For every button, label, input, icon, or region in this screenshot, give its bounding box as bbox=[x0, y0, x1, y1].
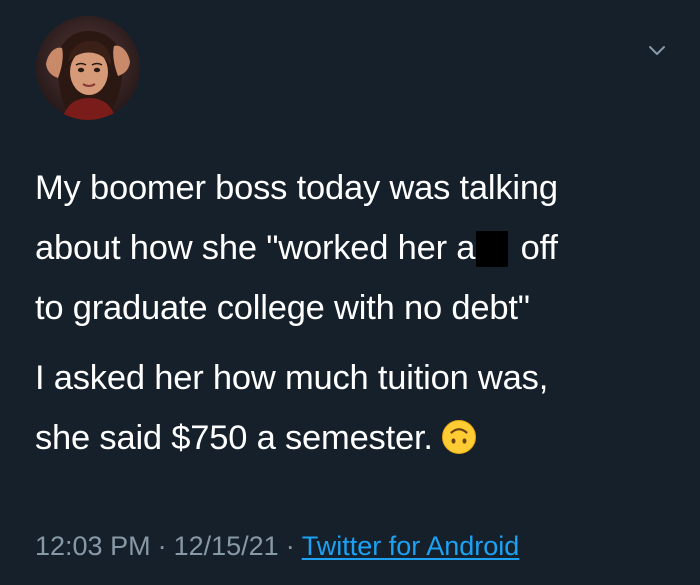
tweet-text-paragraph-2: I asked her how much tuition was, she sa… bbox=[35, 348, 675, 468]
tweet-time[interactable]: 12:03 PM bbox=[35, 531, 151, 561]
tweet-text-paragraph-1: My boomer boss today was talking about h… bbox=[35, 158, 675, 338]
tweet-line-segment: about how she "worked her a bbox=[35, 229, 476, 267]
tweet-meta: 12:03 PM · 12/15/21 · Twitter for Android bbox=[35, 528, 519, 564]
tweet-line-segment: she said $750 a semester. bbox=[35, 419, 433, 457]
avatar-icon bbox=[36, 16, 140, 120]
tweet-line: she said $750 a semester. bbox=[35, 408, 675, 468]
tweet-line: about how she "worked her a off bbox=[35, 218, 675, 278]
tweet-line: I asked her how much tuition was, bbox=[35, 359, 549, 397]
meta-separator: · bbox=[285, 531, 295, 561]
author-avatar[interactable] bbox=[36, 16, 140, 120]
chevron-down-icon bbox=[649, 46, 665, 55]
upside-down-face-icon bbox=[441, 419, 477, 455]
redaction-block bbox=[476, 231, 509, 267]
meta-separator: · bbox=[157, 531, 167, 561]
tweet-menu-caret[interactable] bbox=[645, 38, 669, 62]
tweet-card: My boomer boss today was talking about h… bbox=[0, 0, 700, 585]
tweet-line: My boomer boss today was talking bbox=[35, 169, 558, 207]
tweet-line: to graduate college with no debt" bbox=[35, 289, 530, 327]
tweet-line-segment: off bbox=[511, 229, 558, 267]
tweet-source-link[interactable]: Twitter for Android bbox=[302, 531, 520, 561]
tweet-date[interactable]: 12/15/21 bbox=[174, 531, 279, 561]
